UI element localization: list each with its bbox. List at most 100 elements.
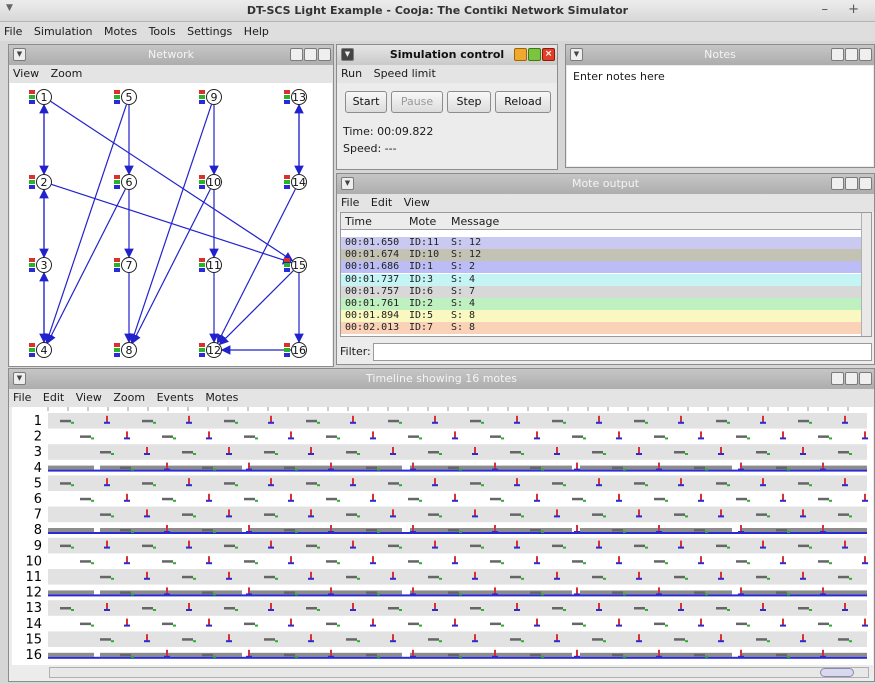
table-row[interactable]: 00:01.674 ID:10 S: 12 bbox=[341, 249, 861, 262]
notes-titlebar[interactable]: ▼ Notes bbox=[566, 45, 874, 65]
timeline-row-label[interactable]: 14 bbox=[25, 617, 42, 632]
filter-input[interactable] bbox=[373, 343, 872, 361]
window-controls[interactable]: – + bbox=[821, 2, 867, 17]
column-time[interactable]: Time bbox=[345, 215, 372, 228]
step-button[interactable]: Step bbox=[447, 91, 491, 113]
timeline-row-label[interactable]: 12 bbox=[25, 586, 42, 601]
table-row[interactable]: 00:01.761 ID:2 S: 4 bbox=[341, 298, 861, 310]
menu-tools[interactable]: Tools bbox=[145, 22, 180, 38]
menu-settings[interactable]: Settings bbox=[183, 22, 236, 38]
mote-node[interactable]: 8 bbox=[114, 342, 137, 358]
network-canvas[interactable]: 1 5 9 13 2 6 10 14 3 7 11 15 4 8 12 16 bbox=[10, 83, 332, 366]
menu-help[interactable]: Help bbox=[240, 22, 273, 38]
simcontrol-menu-run[interactable]: Run bbox=[337, 65, 366, 80]
close-icon[interactable] bbox=[859, 177, 872, 190]
minimize-icon[interactable] bbox=[290, 48, 303, 61]
timeline-row-label[interactable]: 13 bbox=[25, 601, 42, 616]
minimize-icon[interactable] bbox=[831, 48, 844, 61]
mote-node[interactable]: 14 bbox=[284, 174, 307, 190]
timeline-hscrollbar[interactable] bbox=[49, 667, 869, 678]
network-menu-zoom[interactable]: Zoom bbox=[47, 65, 87, 80]
simcontrol-menu-speed[interactable]: Speed limit bbox=[370, 65, 440, 80]
timeline-row-label[interactable]: 1 bbox=[34, 414, 42, 429]
mote-node[interactable]: 10 bbox=[199, 174, 222, 190]
close-icon[interactable] bbox=[859, 372, 872, 385]
close-icon[interactable] bbox=[318, 48, 331, 61]
moteoutput-menu-file[interactable]: File bbox=[337, 194, 363, 209]
network-menu-view[interactable]: View bbox=[9, 65, 43, 80]
mote-node[interactable]: 5 bbox=[114, 89, 137, 105]
maximize-icon[interactable] bbox=[304, 48, 317, 61]
timeline-menu-view[interactable]: View bbox=[72, 389, 106, 404]
reload-button[interactable]: Reload bbox=[495, 91, 551, 113]
menu-file[interactable]: File bbox=[0, 22, 26, 38]
moteoutput-menu-edit[interactable]: Edit bbox=[367, 194, 396, 209]
maximize-icon[interactable] bbox=[845, 372, 858, 385]
frame-menu-icon[interactable]: ▼ bbox=[570, 48, 583, 61]
frame-menu-icon[interactable]: ▼ bbox=[341, 177, 354, 190]
timeline-canvas[interactable]: 1 2 3 4 5 6 7 8 9 10 11 12 13 14 15 16 bbox=[12, 407, 873, 665]
mote-node[interactable]: 9 bbox=[199, 89, 222, 105]
timeline-menu-zoom[interactable]: Zoom bbox=[109, 389, 149, 404]
mote-node[interactable]: 4 bbox=[29, 342, 52, 358]
moteoutput-menu-view[interactable]: View bbox=[400, 194, 434, 209]
maximize-icon[interactable] bbox=[528, 48, 541, 61]
mote-node[interactable]: 16 bbox=[284, 342, 307, 358]
menu-simulation[interactable]: Simulation bbox=[30, 22, 97, 38]
timeline-row-label[interactable]: 5 bbox=[34, 476, 42, 491]
pause-button[interactable]: Pause bbox=[391, 91, 443, 113]
notes-textarea[interactable]: Enter notes here bbox=[567, 66, 873, 166]
frame-menu-icon[interactable]: ▼ bbox=[13, 372, 26, 385]
table-row[interactable]: 00:01.686 ID:1 S: 2 bbox=[341, 261, 861, 274]
moteoutput-titlebar[interactable]: ▼ Mote output bbox=[337, 174, 874, 194]
timeline-titlebar[interactable]: ▼ Timeline showing 16 motes bbox=[9, 369, 874, 389]
minimize-icon[interactable] bbox=[831, 177, 844, 190]
column-message[interactable]: Message bbox=[451, 215, 499, 228]
timeline-menu-motes[interactable]: Motes bbox=[201, 389, 242, 404]
network-titlebar[interactable]: ▼ Network bbox=[9, 45, 333, 65]
mote-node[interactable]: 15 bbox=[284, 257, 307, 273]
mote-node[interactable]: 13 bbox=[284, 89, 307, 105]
table-row[interactable]: 00:01.650 ID:11 S: 12 bbox=[341, 237, 861, 249]
close-icon[interactable] bbox=[859, 48, 872, 61]
start-button[interactable]: Start bbox=[345, 91, 387, 113]
timeline-row-label[interactable]: 7 bbox=[34, 508, 42, 523]
simcontrol-titlebar[interactable]: ▼ Simulation control × bbox=[337, 45, 557, 65]
timeline-row-label[interactable]: 9 bbox=[34, 539, 42, 554]
minimize-icon[interactable] bbox=[514, 48, 527, 61]
mote-node[interactable]: 1 bbox=[29, 89, 52, 105]
table-row[interactable]: 00:01.737 ID:3 S: 4 bbox=[341, 273, 861, 286]
timeline-row-label[interactable]: 8 bbox=[34, 523, 42, 538]
mote-node[interactable]: 7 bbox=[114, 257, 137, 273]
timeline-row-label[interactable]: 2 bbox=[34, 430, 42, 445]
mote-node[interactable]: 3 bbox=[29, 257, 52, 273]
mote-node[interactable]: 6 bbox=[114, 174, 137, 190]
maximize-icon[interactable] bbox=[845, 48, 858, 61]
table-row[interactable]: 00:01.757 ID:6 S: 7 bbox=[341, 285, 861, 298]
column-mote[interactable]: Mote bbox=[409, 215, 436, 228]
table-scrollbar[interactable] bbox=[861, 213, 871, 336]
timeline-row-label[interactable]: 16 bbox=[25, 648, 42, 663]
timeline-row-label[interactable]: 10 bbox=[25, 554, 42, 569]
timeline-row-label[interactable]: 4 bbox=[34, 461, 42, 476]
timeline-menu-file[interactable]: File bbox=[9, 389, 35, 404]
network-graph[interactable]: 1 5 9 132 6 10 143 7 11 154 8 12 16 bbox=[10, 83, 332, 366]
timeline-menu-edit[interactable]: Edit bbox=[39, 389, 68, 404]
mote-node[interactable]: 2 bbox=[29, 174, 52, 190]
maximize-icon[interactable] bbox=[845, 177, 858, 190]
minimize-icon[interactable] bbox=[831, 372, 844, 385]
timeline-row-label[interactable]: 11 bbox=[25, 570, 42, 585]
timeline-row-label[interactable]: 3 bbox=[34, 445, 42, 460]
mote-node[interactable]: 11 bbox=[199, 257, 222, 273]
mote-output-table[interactable]: Time Mote Message 00:01.650 ID:11 S: 12 00:… bbox=[340, 212, 872, 337]
timeline-row-label[interactable]: 6 bbox=[34, 492, 42, 507]
frame-menu-icon[interactable]: ▼ bbox=[341, 48, 354, 61]
timeline-menu-events[interactable]: Events bbox=[153, 389, 198, 404]
table-row[interactable]: 00:01.894 ID:5 S: 8 bbox=[341, 310, 861, 323]
timeline-row-label[interactable]: 15 bbox=[25, 632, 42, 647]
table-row[interactable]: 00:02.013 ID:7 S: 8 bbox=[341, 322, 861, 335]
timeline-chart[interactable]: 12345678910111213141516 bbox=[12, 407, 873, 665]
close-icon[interactable]: × bbox=[542, 48, 555, 61]
scroll-thumb[interactable] bbox=[820, 668, 854, 677]
frame-menu-icon[interactable]: ▼ bbox=[13, 48, 26, 61]
